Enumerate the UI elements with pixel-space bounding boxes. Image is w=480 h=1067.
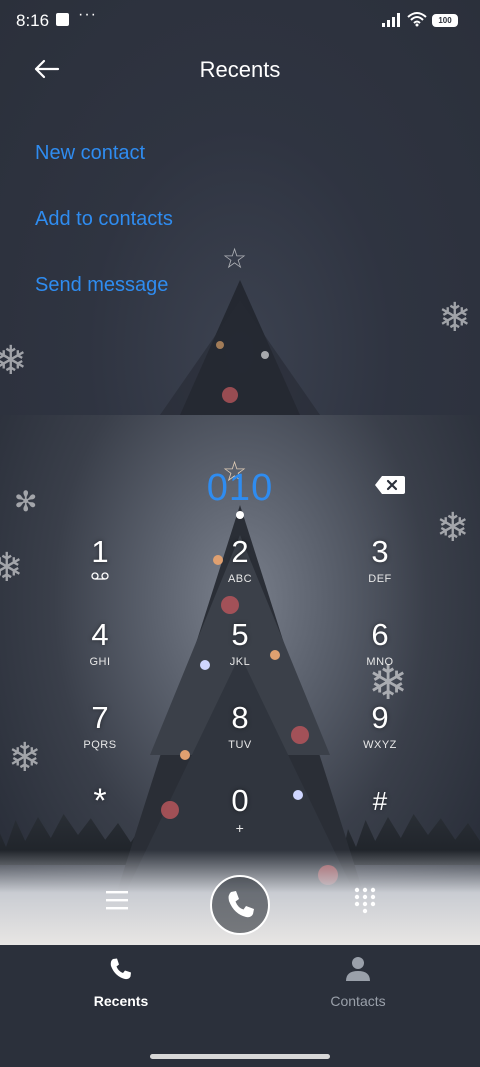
notification-square-icon: [56, 13, 69, 26]
tab-label: Recents: [93, 993, 149, 1009]
backspace-icon: [375, 476, 405, 494]
snowflake-decoration: ❄: [8, 736, 42, 780]
key-letters: GHI: [89, 656, 111, 668]
tree-top-image: [160, 280, 320, 415]
voicemail-icon: [91, 572, 109, 580]
key-digit: 9: [371, 700, 389, 735]
add-to-contacts-link[interactable]: Add to contacts: [35, 208, 173, 231]
key-letters: PQRS: [83, 739, 117, 751]
more-notifications-icon: ···: [78, 6, 97, 23]
phone-icon: [228, 891, 254, 918]
key-6[interactable]: 6 MNO: [330, 618, 430, 694]
tab-label: Contacts: [330, 993, 386, 1009]
new-contact-link[interactable]: New contact: [35, 142, 145, 165]
key-digit: 8: [231, 700, 249, 735]
key-digit: *: [93, 782, 107, 820]
snowflake-decoration: ❄: [0, 339, 28, 383]
star-decoration: ☆: [222, 243, 248, 274]
dialed-number: 010: [206, 467, 274, 509]
tab-recents[interactable]: Recents: [56, 956, 186, 1009]
key-1[interactable]: 1: [50, 535, 150, 611]
snowflake-decoration: ❄: [0, 546, 24, 590]
key-letters: +: [235, 820, 245, 836]
snowflake-decoration: ❄: [436, 506, 470, 550]
snowflake-decoration: ❄: [438, 296, 472, 340]
key-2[interactable]: 2 ABC: [190, 535, 290, 611]
key-digit: 2: [231, 534, 249, 569]
key-digit: 5: [231, 617, 249, 652]
menu-icon: [106, 891, 128, 910]
phone-icon: [110, 958, 131, 980]
tab-contacts[interactable]: Contacts: [293, 956, 423, 1009]
key-hash[interactable]: #: [330, 784, 430, 860]
backspace-button[interactable]: [373, 472, 407, 498]
key-letters: WXYZ: [363, 739, 397, 751]
key-letters: MNO: [366, 656, 394, 668]
key-digit: 4: [91, 617, 109, 652]
dialpad-icon: [354, 887, 376, 914]
menu-button[interactable]: [103, 888, 133, 912]
home-indicator[interactable]: [150, 1054, 330, 1059]
key-letters: ABC: [227, 573, 253, 585]
key-5[interactable]: 5 JKL: [190, 618, 290, 694]
key-8[interactable]: 8 TUV: [190, 701, 290, 777]
key-digit: 3: [371, 534, 389, 569]
key-digit: 7: [91, 700, 109, 735]
key-9[interactable]: 9 WXYZ: [330, 701, 430, 777]
key-digit: 6: [371, 617, 389, 652]
key-digit: 0: [231, 783, 249, 818]
dialpad-toggle-button[interactable]: [352, 886, 378, 916]
key-letters: DEF: [368, 573, 392, 585]
status-time: 8:16: [16, 11, 50, 30]
key-digit: #: [372, 786, 388, 816]
battery-indicator: 100: [432, 14, 458, 27]
key-0[interactable]: 0 +: [190, 784, 290, 860]
key-7[interactable]: 7 PQRS: [50, 701, 150, 777]
key-digit: 1: [91, 534, 109, 569]
call-button[interactable]: [210, 875, 270, 935]
key-letters: TUV: [228, 739, 252, 751]
person-icon: [346, 957, 370, 981]
key-letters: JKL: [229, 656, 251, 668]
wifi-icon: [407, 12, 427, 27]
page-title: Recents: [199, 57, 281, 82]
signal-icon: [382, 13, 400, 27]
send-message-link[interactable]: Send message: [35, 274, 168, 297]
key-3[interactable]: 3 DEF: [330, 535, 430, 611]
key-4[interactable]: 4 GHI: [50, 618, 150, 694]
key-star[interactable]: *: [50, 784, 150, 860]
